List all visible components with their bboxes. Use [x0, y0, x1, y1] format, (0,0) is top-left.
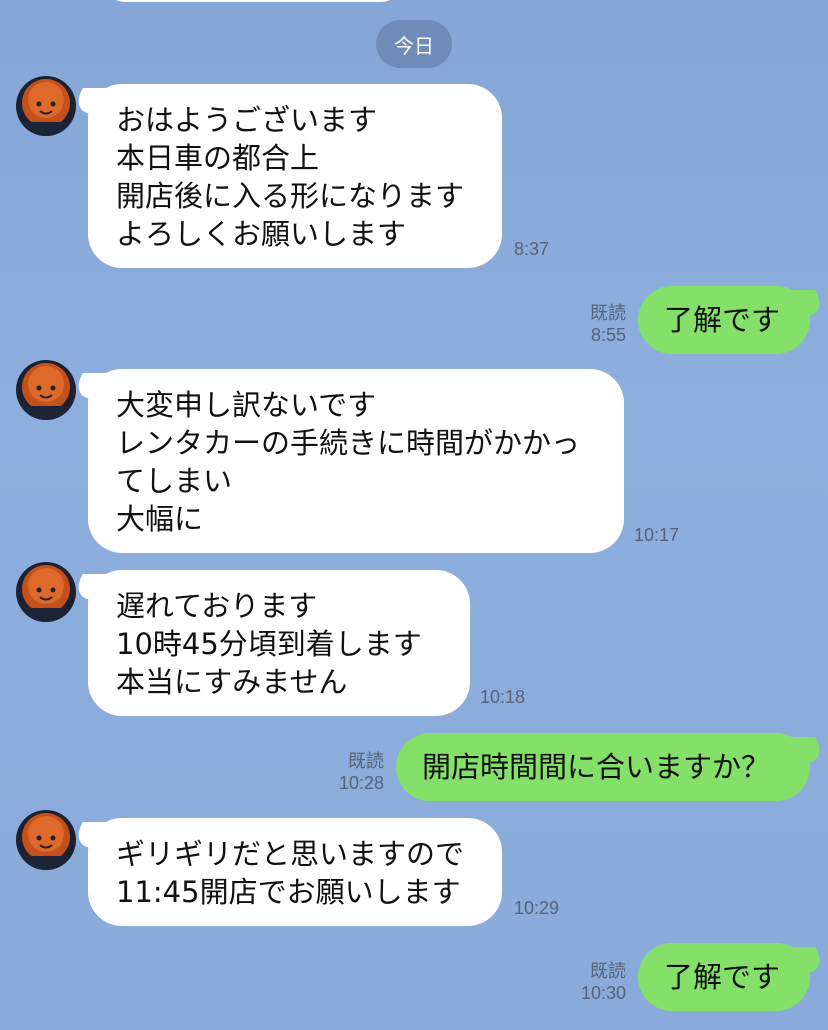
message-meta: 既読 10:28 [326, 750, 384, 794]
message-line: 本日車の都合上 [116, 141, 320, 175]
message-line: 遅れております [116, 589, 318, 623]
message-meta: 既読 10:30 [560, 960, 626, 1004]
message-line: 開店後に入る形になります [116, 179, 465, 213]
message-line: よろしくお願いします [116, 217, 407, 251]
message-text: 開店時間間に合いますか？ [422, 750, 771, 784]
message-timestamp: 10:18 [480, 687, 526, 707]
message-line: 10時45分頃到着します [116, 627, 422, 661]
message-timestamp: 10:28 [338, 773, 384, 793]
incoming-message-bubble[interactable]: おはようございます 本日車の都合上 開店後に入る形になります よろしくお願いしま… [88, 84, 502, 268]
contact-avatar[interactable] [16, 76, 76, 136]
message-timestamp: 10:30 [580, 983, 626, 1003]
incoming-message-bubble[interactable]: 遅れております 10時45分頃到着します 本当にすみません [88, 570, 470, 716]
message-text: 了解です [664, 960, 781, 994]
message-timestamp: 10:17 [634, 525, 680, 545]
contact-avatar[interactable] [16, 562, 76, 622]
message-line: 大変申し訳ないです [116, 388, 377, 422]
message-line: てしまい [116, 464, 233, 498]
message-line: 11:45開店でお願いします [116, 875, 461, 909]
contact-avatar[interactable] [16, 810, 76, 870]
incoming-message-bubble[interactable]: ギリギリだと思いますので 11:45開店でお願いします [88, 818, 502, 926]
message-line: 大幅に [116, 502, 204, 536]
message-line: 本当にすみません [116, 665, 348, 699]
outgoing-message-bubble[interactable]: 開店時間間に合いますか？ [396, 733, 810, 801]
previous-message-bubble [108, 0, 398, 2]
date-separator: 今日 [376, 20, 452, 68]
read-receipt: 既読 [590, 303, 626, 323]
message-timestamp: 8:37 [514, 239, 550, 259]
contact-avatar[interactable] [16, 360, 76, 420]
message-meta: 既読 8:55 [560, 302, 626, 346]
outgoing-message-bubble[interactable]: 了解です [638, 286, 810, 354]
incoming-message-bubble[interactable]: 大変申し訳ないです レンタカーの手続きに時間がかかっ てしまい 大幅に [88, 369, 624, 553]
outgoing-message-bubble[interactable]: 了解です [638, 943, 810, 1011]
message-line: ギリギリだと思いますので [116, 837, 465, 871]
message-line: おはようございます [116, 103, 378, 137]
message-line: レンタカーの手続きに時間がかかっ [116, 426, 581, 460]
read-receipt: 既読 [590, 961, 626, 981]
message-text: 了解です [664, 303, 781, 337]
read-receipt: 既読 [348, 751, 384, 771]
message-timestamp: 8:55 [590, 325, 626, 345]
message-timestamp: 10:29 [514, 898, 560, 918]
